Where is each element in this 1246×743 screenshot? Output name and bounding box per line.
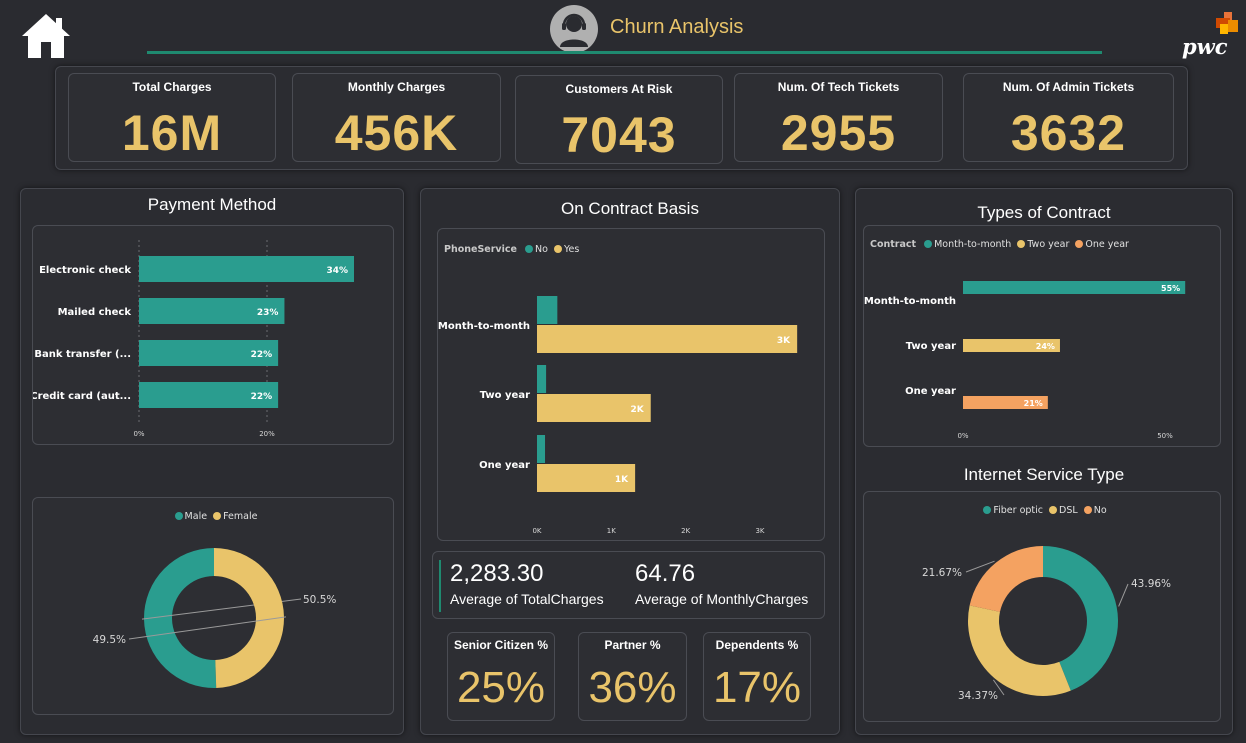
bar [963,281,1186,294]
bar-no [537,435,546,463]
bar-no [537,296,558,324]
pct-label: Dependents % [715,638,799,652]
dependents-card: Dependents % 17% [703,632,811,721]
data-label: 55% [1161,284,1180,293]
pct-value: 36% [588,663,677,712]
home-button[interactable] [18,10,74,62]
kpi-value: 7043 [561,107,677,163]
data-label: 24% [1036,342,1055,351]
contract-basis-chart-card: PhoneService No Yes 0K 1K 2K 3K Month-to-mon… [437,228,825,541]
category-label: Mailed check [58,307,132,318]
category-label: One year [479,460,530,471]
types-contract-chart-card: Contract Month-to-month Two year One yea… [863,225,1221,447]
data-label: 3K [777,336,791,346]
data-label: 22% [251,392,273,402]
pct-label: Partner % [604,638,661,652]
bar-no [537,365,547,393]
payment-method-title: Payment Method [147,195,277,214]
internet-donut-chart: 43.96% 34.37% 21.67% [922,546,1171,702]
slice-label: 50.5% [303,594,336,606]
kpi-card-total-charges: Total Charges 16M [68,73,276,162]
data-label: 22% [251,350,273,360]
gender-donut-chart: 50.5% 49.5% [93,548,336,688]
kpi-label: Monthly Charges [347,80,446,94]
averages-divider [439,560,441,612]
x-tick-label: 0% [957,432,968,440]
kpi-value: 16M [121,105,223,161]
internet-chart-card: Fiber optic DSL No 43.96% 34.37% 21.67% [863,491,1221,722]
donut-slice [214,548,284,688]
data-label: 23% [257,308,279,318]
bar-yes [537,325,798,353]
kpi-label: Num. Of Admin Tickets [1002,80,1135,94]
category-label: Two year [906,341,956,352]
types-contract-chart: 0% 50% Month-to-month 55% Two year 24% One yea… [864,281,1186,440]
payment-method-chart-card: 0% 20% Electronic check 34% Mailed check 23% B… [32,225,394,445]
category-label: Credit card (aut... [33,391,131,402]
category-label: Bank transfer (... [34,349,131,360]
contract-basis-title: On Contract Basis [561,199,699,218]
types-of-contract-title: Types of Contract [977,203,1111,222]
data-label: 1K [615,475,629,485]
kpi-value: 2955 [780,105,897,161]
x-tick-label: 1K [607,527,616,535]
payment-method-chart: 0% 20% Electronic check 34% Mailed check 23% B… [33,240,354,438]
partner-card: Partner % 36% [578,632,687,721]
home-icon [22,14,70,58]
slice-label: 21.67% [922,567,962,579]
slice-label: 43.96% [1131,578,1171,590]
kpi-label: Total Charges [132,80,212,94]
leader-line [1118,583,1129,607]
kpi-value: 456K [334,105,459,161]
pct-label: Senior Citizen % [453,638,548,652]
kpi-card-tech-tickets: Num. Of Tech Tickets 2955 [734,73,943,162]
gender-chart-card: Male Female 50.5% 49.5% [32,497,394,715]
header-underline [147,51,1102,54]
x-tick-label: 2K [681,527,690,535]
kpi-card-monthly-charges: Monthly Charges 456K [292,73,501,162]
x-tick-label: 0K [532,527,541,535]
x-tick-label: 20% [259,430,275,438]
brand-name: pwc [1182,34,1228,59]
data-label: 2K [630,405,644,415]
slice-label: 49.5% [93,634,126,646]
kpi-card-customers-at-risk: Customers At Risk 7043 [515,75,723,164]
x-tick-label: 0% [133,430,144,438]
avg-monthly-label: Average of MonthlyCharges [635,591,809,607]
avg-total-label: Average of TotalCharges [450,591,604,607]
donut-slice [969,546,1043,612]
kpi-label: Num. Of Tech Tickets [777,80,900,94]
brand-logo: pwc [1180,10,1240,60]
page-title: Churn Analysis [610,16,744,38]
headset-user-icon [560,13,588,47]
category-label: Month-to-month [864,296,956,307]
kpi-card-admin-tickets: Num. Of Admin Tickets 3632 [963,73,1174,162]
data-label: 34% [326,266,348,276]
category-label: Two year [480,390,530,401]
slice-label: 34.37% [958,690,998,702]
senior-citizen-card: Senior Citizen % 25% [447,632,555,721]
category-label: Month-to-month [438,321,530,332]
data-label: 21% [1024,399,1043,408]
pct-value: 25% [456,663,546,712]
internet-service-title: Internet Service Type [963,465,1125,484]
averages-card: 2,283.30 Average of TotalCharges 64.76 A… [432,551,825,619]
x-tick-label: 3K [755,527,764,535]
avg-total-value: 2,283.30 [450,560,544,587]
category-label: One year [905,386,956,397]
bar [139,256,354,282]
kpi-value: 3632 [1010,105,1127,161]
donut-slice [968,605,1071,696]
kpi-label: Customers At Risk [565,82,673,96]
pct-value: 17% [712,663,802,712]
x-tick-label: 50% [1157,432,1173,440]
contract-basis-chart: 0K 1K 2K 3K Month-to-month 3K Two year 2K One ye… [438,296,798,535]
category-label: Electronic check [39,265,131,276]
support-avatar [550,5,598,53]
pwc-blocks-icon [1216,12,1238,34]
avg-monthly-value: 64.76 [635,560,696,587]
